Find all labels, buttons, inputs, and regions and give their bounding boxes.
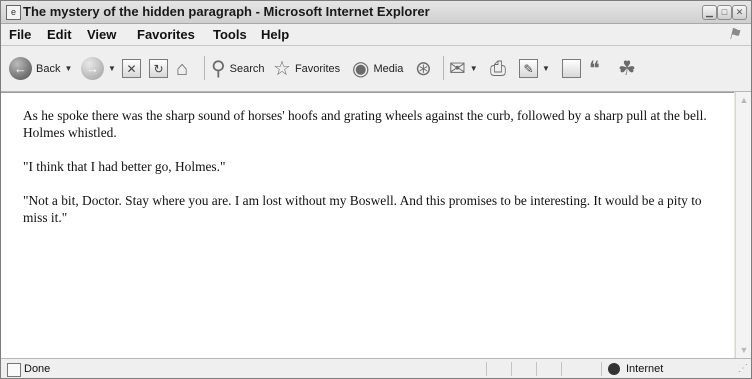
discuss-button[interactable] <box>562 46 581 91</box>
toolbar-separator <box>204 56 205 80</box>
status-text: Done <box>24 363 51 375</box>
forward-button[interactable]: → ▼ <box>81 46 116 91</box>
media-label: Media <box>373 62 404 75</box>
status-bar: Done Internet ⋰ <box>1 358 751 378</box>
scroll-down-icon[interactable]: ▼ <box>736 342 751 358</box>
standard-toolbar: ← Back ▼ → ▼ ✕ ↻ ⌂ ⚲ Search ☆ Favorites … <box>1 46 751 92</box>
refresh-button[interactable]: ↻ <box>149 46 168 91</box>
printer-icon: ⎙ <box>490 57 506 80</box>
menu-help[interactable]: Help <box>261 27 289 42</box>
back-label: Back <box>36 62 61 75</box>
menu-favorites[interactable]: Favorites <box>137 27 195 42</box>
search-label: Search <box>229 62 265 75</box>
paragraph-3: "Not a bit, Doctor. Stay where you are. … <box>23 193 702 225</box>
resize-grip-icon[interactable]: ⋰ <box>738 363 748 374</box>
menu-file[interactable]: File <box>9 27 31 42</box>
security-zone-label: Internet <box>626 363 664 375</box>
speech-bubble-icon: ❝ <box>589 57 600 80</box>
favorites-button[interactable]: ☆ Favorites <box>273 46 340 91</box>
edit-icon: ✎ <box>519 59 538 78</box>
page-done-icon <box>7 363 21 377</box>
status-divider <box>486 362 487 376</box>
history-icon: ⊛ <box>415 57 432 80</box>
toolbar-separator <box>443 56 444 80</box>
stop-icon: ✕ <box>122 59 141 78</box>
forward-arrow-icon: → <box>81 57 104 80</box>
scroll-up-icon[interactable]: ▲ <box>736 92 751 108</box>
edit-button[interactable]: ✎ ▼ <box>519 46 550 91</box>
menu-tools[interactable]: Tools <box>213 27 247 42</box>
paragraph-1: As he spoke there was the sharp sound of… <box>23 108 707 140</box>
research-button[interactable]: ❝ <box>589 46 600 91</box>
chevron-down-icon[interactable]: ▼ <box>542 64 550 73</box>
window-title: The mystery of the hidden paragraph - Mi… <box>23 4 430 19</box>
media-icon: ◉ <box>352 57 370 80</box>
menu-edit[interactable]: Edit <box>47 27 72 42</box>
back-button[interactable]: ← Back ▼ <box>9 46 72 91</box>
print-button[interactable]: ⎙ <box>490 46 506 91</box>
status-divider <box>561 362 562 376</box>
search-icon: ⚲ <box>211 57 226 80</box>
menu-view[interactable]: View <box>87 27 116 42</box>
windows-logo-icon: ⚑ <box>727 26 741 43</box>
messenger-icon: ☘ <box>618 57 636 80</box>
chevron-down-icon[interactable]: ▼ <box>108 64 116 73</box>
page-content: As he spoke there was the sharp sound of… <box>1 92 734 358</box>
favorites-star-icon: ☆ <box>273 57 291 80</box>
browser-window: e The mystery of the hidden paragraph - … <box>0 0 752 379</box>
vertical-scrollbar[interactable]: ▲ ▼ <box>735 92 751 358</box>
mail-button[interactable]: ✉ ▼ <box>449 46 478 91</box>
home-button[interactable]: ⌂ <box>176 46 188 91</box>
menu-bar: File Edit View Favorites Tools Help ⚑ <box>1 24 751 46</box>
status-divider <box>601 362 602 376</box>
discuss-icon <box>562 59 581 78</box>
ie-page-icon: e <box>6 5 21 20</box>
chevron-down-icon[interactable]: ▼ <box>470 64 478 73</box>
home-icon: ⌂ <box>176 57 189 80</box>
internet-zone-icon <box>608 363 620 375</box>
stop-button[interactable]: ✕ <box>122 46 141 91</box>
back-arrow-icon: ← <box>9 57 32 80</box>
refresh-icon: ↻ <box>149 59 168 78</box>
maximize-icon[interactable]: □ <box>717 5 732 20</box>
close-icon[interactable]: ✕ <box>732 5 747 20</box>
status-divider <box>536 362 537 376</box>
title-bar: e The mystery of the hidden paragraph - … <box>1 1 751 24</box>
search-button[interactable]: ⚲ Search <box>211 46 265 91</box>
minimize-icon[interactable]: ▁ <box>702 5 717 20</box>
status-divider <box>511 362 512 376</box>
history-button[interactable]: ⊛ <box>415 46 432 91</box>
paragraph-2: "I think that I had better go, Holmes." <box>23 159 226 174</box>
media-button[interactable]: ◉ Media <box>352 46 403 91</box>
chevron-down-icon[interactable]: ▼ <box>64 64 72 73</box>
messenger-button[interactable]: ☘ <box>618 46 636 91</box>
favorites-label: Favorites <box>294 62 341 75</box>
mail-icon: ✉ <box>449 57 466 80</box>
